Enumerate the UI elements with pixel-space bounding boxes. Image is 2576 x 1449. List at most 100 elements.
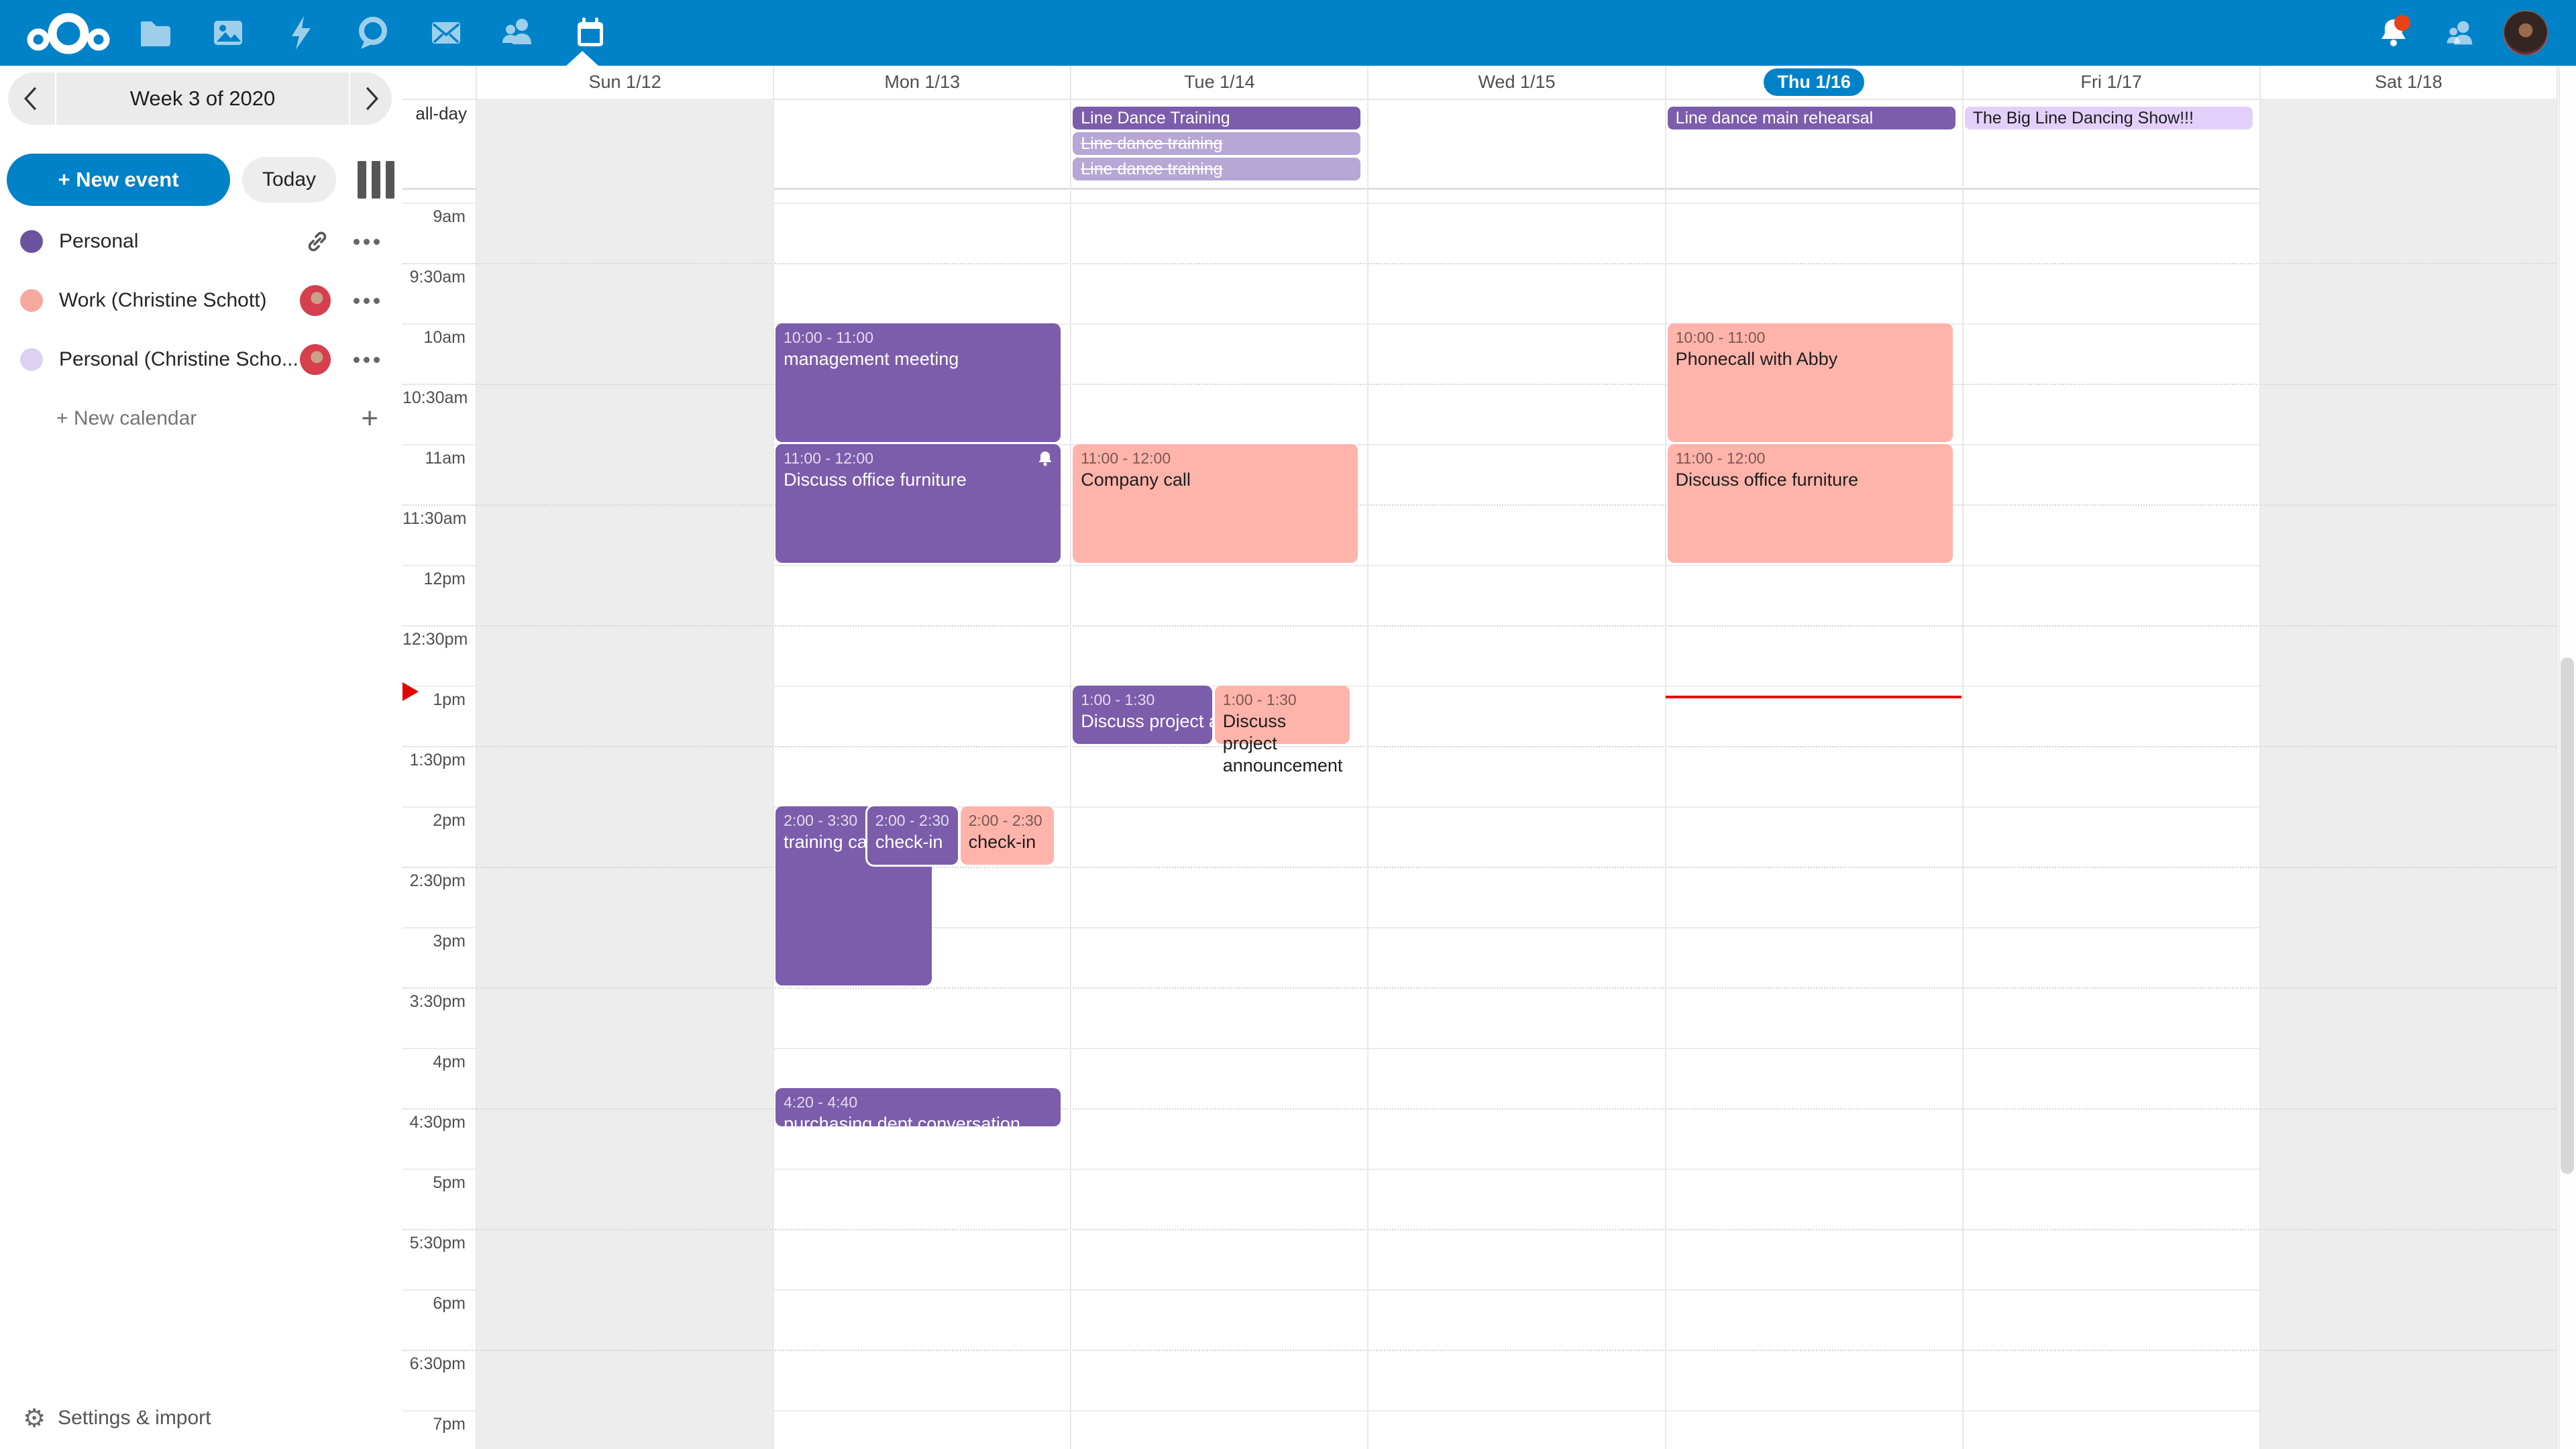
time-axis-label: 7pm (402, 1415, 466, 1434)
time-axis-label: 12pm (402, 570, 466, 589)
calendar-list: Personal Work (Christine Schott) (0, 212, 402, 448)
event-time: 10:00 - 11:00 (1676, 328, 1945, 348)
calendar-name: Personal (59, 230, 138, 253)
mail-app-envelope-icon[interactable] (419, 0, 473, 66)
all-day-event-chip[interactable]: Line dance main rehearsal (1668, 107, 1955, 129)
day-column-separator (1665, 66, 1666, 1449)
event-title: Discuss office furniture (784, 469, 1053, 491)
day-header-mon: Mon 1/13 (773, 66, 1071, 99)
view-columns-icon[interactable] (358, 161, 394, 199)
talk-app-chat-bubble-icon[interactable] (345, 0, 399, 66)
calendar-menu-icon[interactable] (354, 232, 380, 252)
time-axis-label: 1:30pm (402, 751, 466, 770)
share-link-icon[interactable] (304, 228, 331, 255)
half-hour-gridline (402, 987, 2557, 989)
notifications-bell-icon[interactable] (2365, 0, 2422, 66)
next-week-button[interactable] (350, 72, 392, 125)
all-day-event-chip[interactable]: Line dance training (1073, 158, 1360, 180)
time-axis-label: 4:30pm (402, 1113, 466, 1132)
contacts-app-people-icon[interactable] (490, 0, 543, 66)
time-axis-label: 9am (402, 207, 466, 227)
event-title: purchasing dept conversation (784, 1113, 1053, 1126)
time-axis-label: 9:30am (402, 268, 466, 287)
notification-badge-dot (2394, 15, 2410, 31)
week-view-grid: all-day Sun 1/12 Mon 1/13 Tue 1/14Wed 1/15… (402, 66, 2576, 1449)
files-app-folder-icon[interactable] (127, 0, 181, 66)
day-header-label: Mon 1/13 (884, 72, 960, 93)
reminder-bell-icon (1036, 450, 1054, 471)
calendar-item-work-christine[interactable]: Work (Christine Schott) (0, 271, 402, 330)
half-hour-gridline (402, 1108, 2557, 1110)
time-axis-label: 6:30pm (402, 1354, 466, 1374)
calendar-event[interactable]: 11:00 - 12:00Discuss office furniture (1668, 444, 1953, 563)
activity-app-lightning-icon[interactable] (275, 0, 329, 66)
nextcloud-logo[interactable] (24, 8, 113, 62)
event-title: Discuss office furniture (1676, 469, 1945, 491)
new-event-button[interactable]: + New event (7, 154, 230, 206)
calendar-event[interactable]: 2:00 - 2:30check-in (867, 806, 958, 865)
all-day-event-chip[interactable]: Line Dance Training (1073, 107, 1360, 129)
settings-import-button[interactable]: ⚙ Settings & import (23, 1403, 211, 1433)
today-pill: Thu 1/16 (1764, 68, 1864, 96)
half-hour-gridline (402, 504, 2557, 506)
hour-gridline (402, 1289, 2557, 1291)
event-time: 1:00 - 1:30 (1223, 690, 1342, 710)
active-app-pointer (566, 51, 598, 66)
calendar-item-personal-christine[interactable]: Personal (Christine Scho... (0, 330, 402, 389)
calendar-event[interactable]: 10:00 - 11:00Phonecall with Abby (1668, 323, 1953, 442)
shared-by-avatar (300, 285, 331, 316)
contacts-menu-person-icon[interactable] (2430, 0, 2488, 66)
calendar-item-personal[interactable]: Personal (0, 212, 402, 271)
all-day-event-chip[interactable]: The Big Line Dancing Show!!! (1965, 107, 2253, 129)
day-header-label: Sun 1/12 (589, 72, 661, 93)
event-title: management meeting (784, 348, 1053, 370)
weekend-column-shading (2260, 99, 2557, 1449)
day-header-tue: Tue 1/14 (1071, 66, 1368, 99)
event-time: 2:00 - 2:30 (875, 811, 950, 831)
hour-gridline (402, 323, 2557, 325)
calendar-event[interactable]: 1:00 - 1:30Discuss project ann (1073, 686, 1212, 744)
weekend-column-shading (476, 99, 773, 1449)
calendar-menu-icon[interactable] (354, 291, 380, 311)
today-button[interactable]: Today (242, 157, 336, 203)
photos-app-icon[interactable] (201, 0, 255, 66)
event-time: 11:00 - 12:00 (784, 449, 1053, 469)
calendar-event[interactable]: 1:00 - 1:30Discuss project announcement (1215, 686, 1350, 744)
time-axis-label: 11:30am (402, 509, 466, 529)
calendar-menu-icon[interactable] (354, 350, 380, 370)
previous-week-button[interactable] (8, 72, 55, 125)
all-day-event-chip[interactable]: Line dance training (1073, 132, 1360, 155)
event-title: Phonecall with Abby (1676, 348, 1945, 370)
hour-gridline (402, 806, 2557, 808)
event-title: check-in (875, 831, 950, 853)
current-time-line (1666, 696, 1962, 698)
time-axis-label: 10am (402, 328, 466, 347)
hour-gridline (402, 444, 2557, 445)
day-header-label: Fri 1/17 (2081, 72, 2143, 93)
calendar-event[interactable]: 11:00 - 12:00Discuss office furniture (775, 444, 1061, 563)
calendar-event[interactable]: 10:00 - 11:00management meeting (775, 323, 1061, 442)
day-column-separator (1962, 66, 1964, 1449)
calendar-name: Work (Christine Schott) (59, 289, 267, 312)
day-column-separator (2557, 66, 2558, 1449)
time-axis-label: 12:30pm (402, 630, 466, 649)
week-label-button[interactable]: Week 3 of 2020 (56, 72, 349, 125)
event-title: check-in (969, 831, 1046, 853)
calendar-event[interactable]: 2:00 - 2:30check-in (961, 806, 1054, 865)
event-time: 11:00 - 12:00 (1676, 449, 1945, 469)
all-day-label: all-day (402, 103, 467, 124)
new-calendar-button[interactable]: + New calendar + (0, 389, 402, 448)
user-avatar[interactable] (2497, 0, 2555, 66)
vertical-scrollbar-track (2559, 66, 2576, 1449)
calendar-event[interactable]: 11:00 - 12:00Company call (1073, 444, 1358, 563)
day-header-wed: Wed 1/15 (1368, 66, 1665, 99)
event-title: Company call (1081, 469, 1350, 491)
calendar-event[interactable]: 4:20 - 4:40purchasing dept conversation (775, 1088, 1061, 1126)
time-axis-label: 10:30am (402, 388, 466, 408)
calendar-color-dot (20, 348, 43, 371)
event-time: 2:00 - 2:30 (969, 811, 1046, 831)
half-hour-gridline (402, 625, 2557, 627)
day-column-separator (773, 66, 774, 1449)
half-hour-gridline (402, 746, 2557, 747)
vertical-scrollbar-thumb[interactable] (2561, 657, 2574, 1174)
